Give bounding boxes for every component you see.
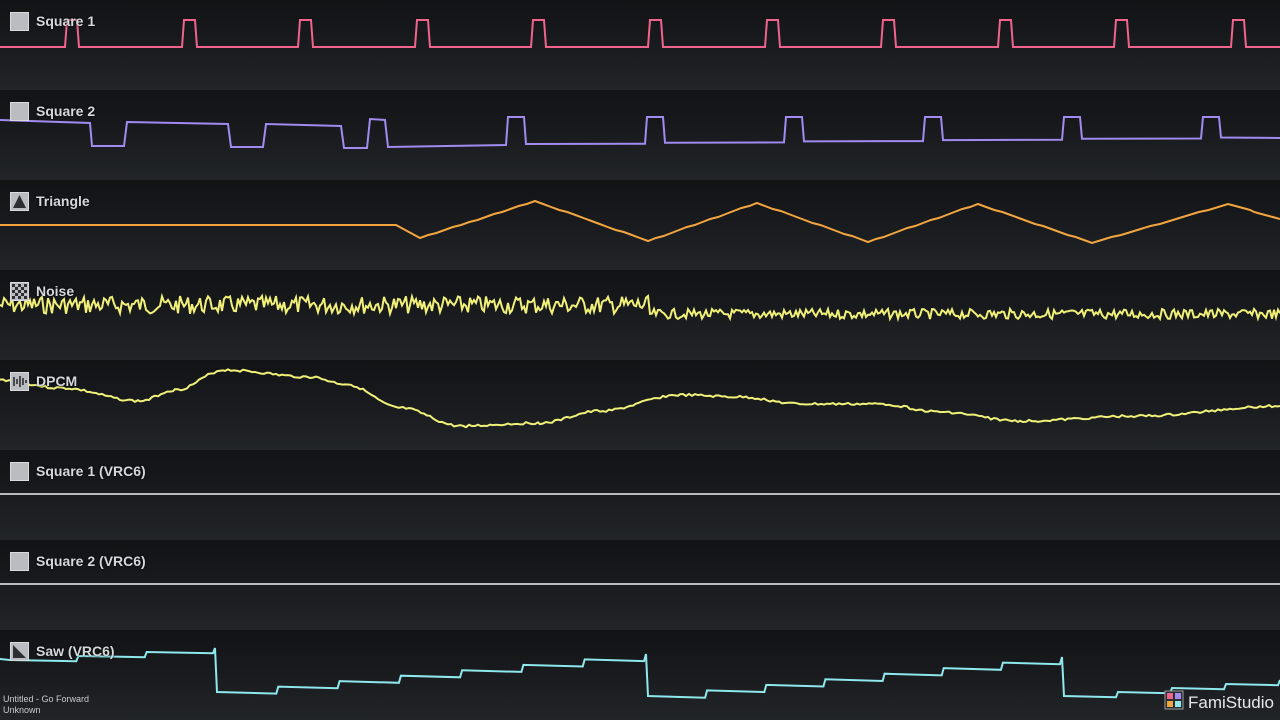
song-author: Unknown [3, 705, 41, 715]
waveform-square1 [0, 19, 1280, 48]
square-wave-icon [10, 551, 29, 571]
channel-label: DPCM [36, 373, 78, 389]
square-wave-icon [10, 461, 29, 481]
brand-name: FamiStudio [1188, 692, 1274, 712]
channel-label: Square 1 (VRC6) [36, 463, 146, 479]
waveform-saw_vrc6 [0, 647, 1280, 699]
waveform-dpcm [0, 368, 1280, 429]
song-info: Untitled - Go Forward Unknown [3, 694, 89, 716]
channel-label: Triangle [36, 193, 90, 209]
channel-lane-triangle: Triangle [0, 180, 1280, 270]
dpcm-icon [10, 371, 29, 391]
channel-header: DPCM [10, 371, 77, 391]
channel-lane-square2_vrc6: Square 2 (VRC6) [0, 540, 1280, 630]
channel-label: Noise [36, 283, 75, 299]
noise-icon [10, 281, 29, 301]
channel-header: Triangle [10, 191, 90, 211]
channel-lane-square1: Square 1 [0, 0, 1280, 90]
channel-label: Saw (VRC6) [36, 643, 115, 659]
brand: FamiStudio [1164, 690, 1274, 715]
channel-label: Square 2 (VRC6) [36, 553, 146, 569]
waveform-noise [0, 292, 1280, 323]
channel-header: Square 2 [10, 101, 95, 121]
channel-header: Saw (VRC6) [10, 641, 115, 661]
channel-label: Square 1 [36, 13, 96, 29]
song-title: Untitled - Go Forward [3, 694, 90, 704]
channel-lane-square1_vrc6: Square 1 (VRC6) [0, 450, 1280, 540]
oscilloscope-view: Square 1 Square 2 Triangle Noise DPCM Sq… [0, 0, 1280, 720]
channel-header: Square 2 (VRC6) [10, 551, 146, 571]
waveform-square2_vrc6 [0, 583, 1280, 585]
channel-header: Square 1 (VRC6) [10, 461, 146, 481]
channel-header: Square 1 [10, 11, 95, 31]
square-wave-icon [10, 101, 29, 121]
channel-lane-saw_vrc6: Saw (VRC6) [0, 630, 1280, 720]
waveform-square1_vrc6 [0, 493, 1280, 495]
channel-label: Square 2 [36, 103, 96, 119]
famistudio-logo-icon [1164, 690, 1184, 715]
waveform-triangle [0, 199, 1280, 245]
waveform-square2 [0, 116, 1280, 149]
square-wave-icon [10, 11, 29, 31]
triangle-wave-icon [10, 191, 29, 211]
channel-lane-square2: Square 2 [0, 90, 1280, 180]
channel-lane-noise: Noise [0, 270, 1280, 360]
saw-wave-icon [10, 641, 29, 661]
channel-lane-dpcm: DPCM [0, 360, 1280, 450]
channel-header: Noise [10, 281, 74, 301]
